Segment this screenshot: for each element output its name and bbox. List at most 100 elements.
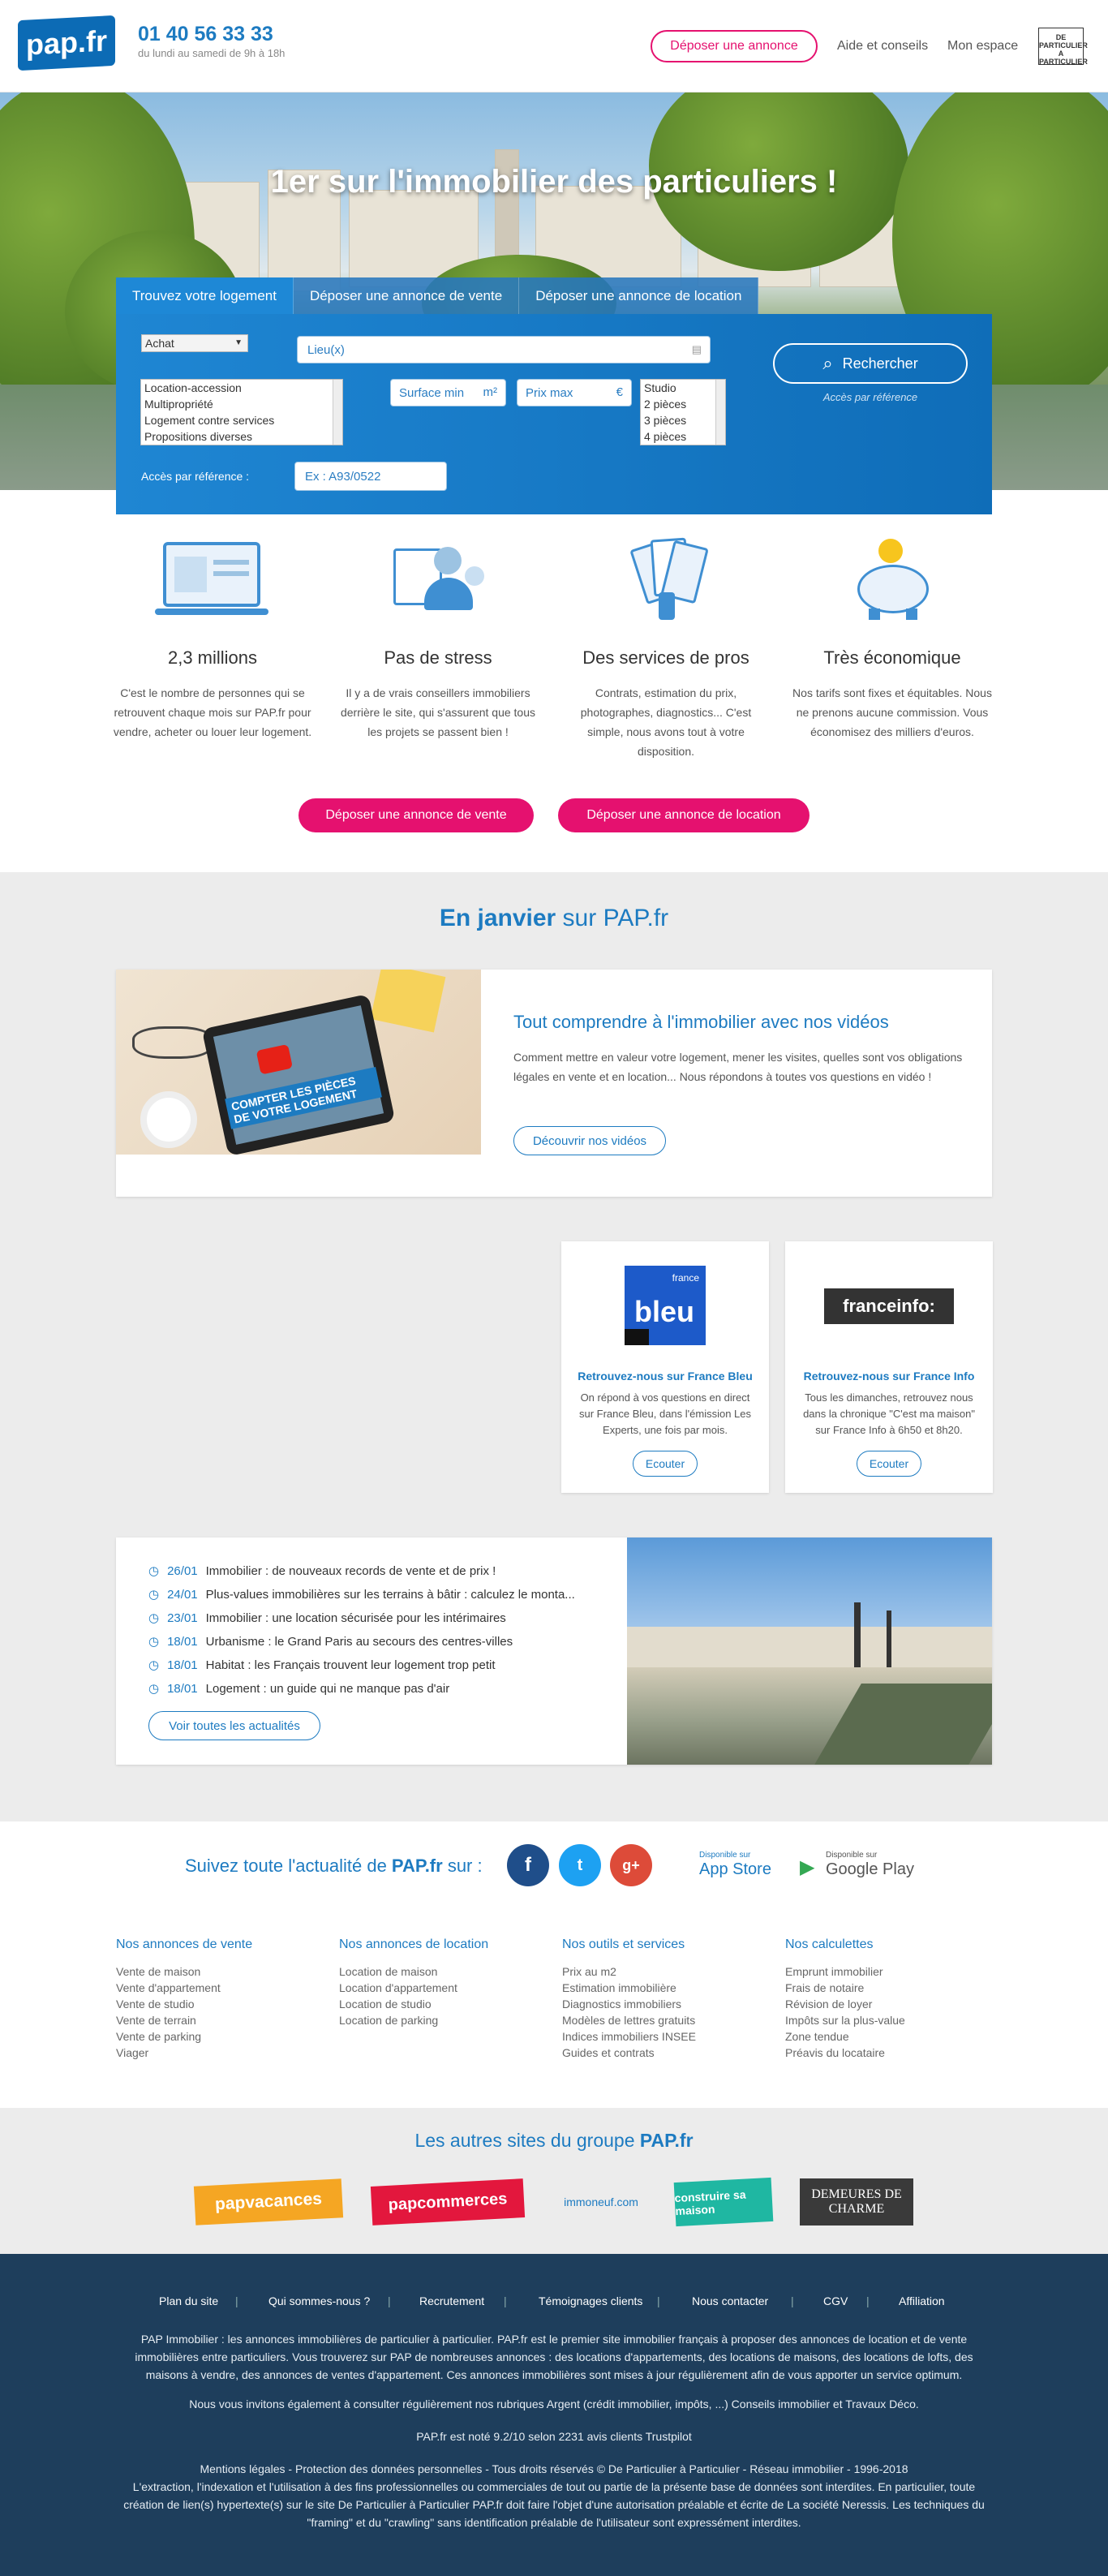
- list-item[interactable]: Multipropriété: [144, 396, 339, 412]
- post-rental-ad-button[interactable]: Déposer une annonce de location: [558, 798, 810, 832]
- surface-min-input[interactable]: Surface min m²: [390, 379, 506, 406]
- scrollbar[interactable]: [333, 380, 342, 445]
- footer-link[interactable]: Vente de studio: [116, 1996, 252, 2012]
- footer-link[interactable]: Location de maison: [339, 1963, 488, 1980]
- listen-france-info-button[interactable]: Ecouter: [857, 1451, 921, 1477]
- video-title[interactable]: Tout comprendre à l'immobilier avec nos …: [513, 1012, 889, 1033]
- list-item[interactable]: 2 pièces: [644, 396, 722, 412]
- google-plus-icon[interactable]: g+: [610, 1844, 652, 1886]
- footer-link[interactable]: Location de parking: [339, 2012, 488, 2028]
- footer-link[interactable]: Location de studio: [339, 1996, 488, 2012]
- city-photo: [627, 1537, 992, 1765]
- footer-link[interactable]: Préavis du locataire: [785, 2045, 905, 2061]
- footer-nav-affiliation[interactable]: Affiliation: [899, 2294, 945, 2307]
- footer-link[interactable]: Frais de notaire: [785, 1980, 905, 1996]
- footer-link[interactable]: Vente de maison: [116, 1963, 252, 1980]
- footer-link[interactable]: Indices immobiliers INSEE: [562, 2028, 696, 2045]
- footer-legal-links[interactable]: Mentions légales - Protection des donnée…: [114, 2460, 994, 2478]
- scrollbar[interactable]: [715, 380, 725, 445]
- footer-link[interactable]: Modèles de lettres gratuits: [562, 2012, 696, 2028]
- papvacances-logo[interactable]: papvacances: [193, 2178, 344, 2226]
- transaction-type-select[interactable]: Achat ▼: [141, 334, 248, 352]
- post-sale-ad-button[interactable]: Déposer une annonce de vente: [298, 798, 534, 832]
- footer-link[interactable]: Vente de terrain: [116, 2012, 252, 2028]
- footer-nav-jobs[interactable]: Recrutement: [419, 2294, 484, 2307]
- reference-input[interactable]: Ex : A93/0522: [294, 462, 447, 491]
- feature-text: Contrats, estimation du prix, photograph…: [580, 686, 752, 758]
- twitter-icon[interactable]: t: [559, 1844, 601, 1886]
- footer-nav-sitemap[interactable]: Plan du site: [159, 2294, 218, 2307]
- listen-france-bleu-button[interactable]: Ecouter: [633, 1451, 698, 1477]
- footer-link[interactable]: Emprunt immobilier: [785, 1963, 905, 1980]
- tab-find-home[interactable]: Trouvez votre logement: [116, 277, 294, 314]
- list-item[interactable]: Location-accession: [144, 380, 339, 396]
- immoneuf-logo[interactable]: immoneuf.com: [552, 2183, 651, 2221]
- list-item[interactable]: 3 pièces: [644, 412, 722, 428]
- all-news-button[interactable]: Voir toutes les actualités: [148, 1711, 320, 1740]
- news-item[interactable]: ◷ 18/01 Logement : un guide qui ne manque …: [148, 1681, 449, 1696]
- footer-link[interactable]: Impôts sur la plus-value: [785, 2012, 905, 2028]
- news-item[interactable]: ◷ 24/01 Plus-values immobilières sur les t…: [148, 1587, 575, 1602]
- rooms-list[interactable]: Studio 2 pièces 3 pièces 4 pièces: [640, 379, 726, 445]
- footer-nav-about[interactable]: Qui sommes-nous ?: [268, 2294, 370, 2307]
- list-item[interactable]: 4 pièces: [644, 428, 722, 445]
- footer-link[interactable]: Viager: [116, 2045, 252, 2061]
- footer-link[interactable]: Vente de parking: [116, 2028, 252, 2045]
- list-item[interactable]: Logement contre services: [144, 412, 339, 428]
- laptop-icon: [155, 535, 268, 625]
- pap-logo[interactable]: pap.fr: [18, 15, 115, 71]
- video-thumbnail[interactable]: COMPTER LES PIÈCES DE VOTRE LOGEMENT: [116, 970, 481, 1155]
- clipboard-icon[interactable]: ▤: [692, 343, 702, 356]
- footer-col-title[interactable]: Nos annonces de vente: [116, 1937, 252, 1952]
- footer-col-title[interactable]: Nos annonces de location: [339, 1937, 488, 1952]
- footer-separator: |: [235, 2294, 238, 2307]
- france-info-logo[interactable]: franceinfo:: [824, 1288, 954, 1324]
- tab-sale-ad[interactable]: Déposer une annonce de vente: [293, 277, 520, 314]
- chevron-down-icon: ▼: [234, 338, 243, 347]
- discover-videos-button[interactable]: Découvrir nos vidéos: [513, 1126, 666, 1155]
- footer-link[interactable]: Location d'appartement: [339, 1980, 488, 1996]
- footer-link[interactable]: Prix au m2: [562, 1963, 696, 1980]
- footer-nav-contact[interactable]: Nous contacter: [692, 2294, 768, 2307]
- google-play-badge[interactable]: ▶ Disponible sur Google Play: [800, 1847, 921, 1883]
- footer-link[interactable]: Diagnostics immobiliers: [562, 1996, 696, 2012]
- news-item[interactable]: ◷ 26/01 Immobilier : de nouveaux records d…: [148, 1563, 496, 1578]
- france-info-title[interactable]: Retrouvez-nous sur France Info: [785, 1370, 993, 1383]
- list-item[interactable]: Propositions diverses: [144, 428, 339, 445]
- france-bleu-logo[interactable]: france bleu: [625, 1266, 706, 1345]
- my-account-link[interactable]: Mon espace: [947, 39, 1018, 54]
- footer-link[interactable]: Vente d'appartement: [116, 1980, 252, 1996]
- location-input[interactable]: Lieu(x) ▤: [297, 336, 711, 363]
- feature-text: C'est le nombre de personnes qui se retr…: [113, 686, 312, 738]
- footer-col-title[interactable]: Nos outils et services: [562, 1937, 696, 1952]
- footer-link[interactable]: Guides et contrats: [562, 2045, 696, 2061]
- construire-logo[interactable]: construire sa maison: [673, 2177, 774, 2227]
- footer-link[interactable]: Estimation immobilière: [562, 1980, 696, 1996]
- news-title: Habitat : les Français trouvent leur log…: [205, 1658, 496, 1672]
- news-item[interactable]: ◷ 18/01 Habitat : les Français trouvent le…: [148, 1658, 495, 1672]
- post-ad-button[interactable]: Déposer une annonce: [651, 30, 818, 62]
- search-button[interactable]: ⌕ Rechercher: [773, 343, 968, 384]
- footer-link[interactable]: Zone tendue: [785, 2028, 905, 2045]
- feature-text: Nos tarifs sont fixes et équitables. Nou…: [792, 686, 992, 738]
- facebook-icon[interactable]: f: [507, 1844, 549, 1886]
- help-link[interactable]: Aide et conseils: [837, 39, 928, 54]
- france-bleu-title[interactable]: Retrouvez-nous sur France Bleu: [561, 1370, 769, 1383]
- property-type-list[interactable]: Location-accession Multipropriété Logeme…: [140, 379, 343, 445]
- tab-rental-ad[interactable]: Déposer une annonce de location: [519, 277, 759, 314]
- app-store-badge[interactable]: Disponible sur App Store: [670, 1847, 775, 1883]
- trustpilot-rating[interactable]: PAP.fr est noté 9.2/10 selon 2231 avis c…: [114, 2428, 994, 2445]
- price-max-input[interactable]: Prix max €: [517, 379, 632, 406]
- news-item[interactable]: ◷ 18/01 Urbanisme : le Grand Paris au seco…: [148, 1634, 513, 1649]
- footer-link[interactable]: Révision de loyer: [785, 1996, 905, 2012]
- particulier-badge[interactable]: DE PARTICULIER A PARTICULIER: [1038, 28, 1088, 66]
- footer-nav-cgv[interactable]: CGV: [823, 2294, 848, 2307]
- papcommerces-logo[interactable]: papcommerces: [370, 2178, 526, 2226]
- list-item[interactable]: Studio: [644, 380, 722, 396]
- footer-col-title[interactable]: Nos calculettes: [785, 1937, 905, 1952]
- news-item[interactable]: ◷ 23/01 Immobilier : une location sécurisé…: [148, 1611, 506, 1625]
- app-store-label: App Store: [699, 1860, 771, 1878]
- demeures-logo[interactable]: DEMEURES DE CHARME: [800, 2178, 913, 2226]
- footer-nav-testimonials[interactable]: Témoignages clients: [539, 2294, 642, 2307]
- reference-access-link[interactable]: Accès par référence: [773, 391, 968, 403]
